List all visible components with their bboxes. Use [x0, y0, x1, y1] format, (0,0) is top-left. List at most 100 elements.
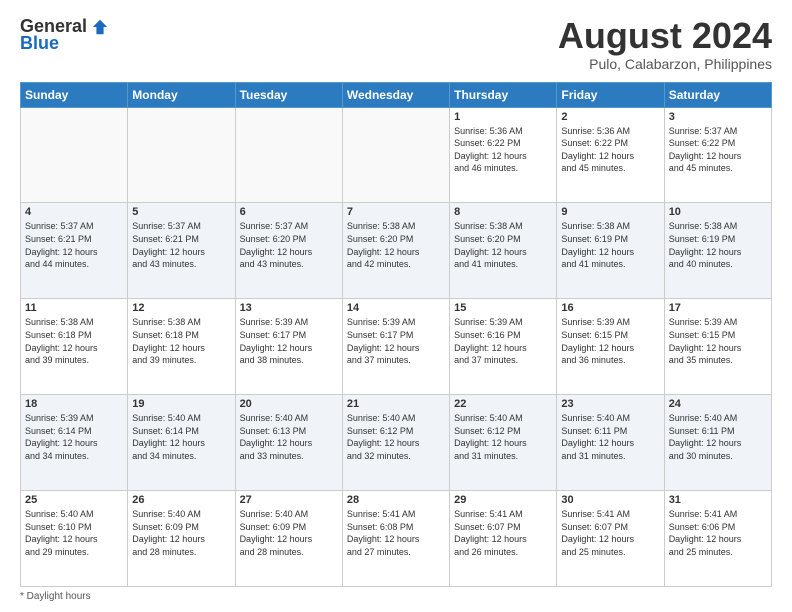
calendar-cell: 7Sunrise: 5:38 AM Sunset: 6:20 PM Daylig… — [342, 203, 449, 299]
calendar-cell: 3 Sunrise: 5:37 AM Sunset: 6:22 PM Daylig… — [664, 107, 771, 203]
logo-icon — [91, 18, 109, 36]
calendar-cell: 2Sunrise: 5:36 AM Sunset: 6:22 PM Daylig… — [557, 107, 664, 203]
calendar-cell: 10 Sunrise: 5:38 AM Sunset: 6:19 PM Dayli… — [664, 203, 771, 299]
calendar-cell: 26 Sunrise: 5:40 AM Sunset: 6:09 PM Dayli… — [128, 491, 235, 587]
day-number: 2 — [561, 111, 659, 123]
day-info: Sunrise: 5:39 AM Sunset: 6:17 PM Dayligh… — [240, 316, 338, 366]
day-number: 22 — [454, 398, 552, 410]
calendar-cell: 20Sunrise: 5:40 AM Sunset: 6:13 PM Dayli… — [235, 395, 342, 491]
title-block: August 2024 Pulo, Calabarzon, Philippine… — [558, 16, 772, 72]
calendar-week-row: 18 Sunrise: 5:39 AM Sunset: 6:14 PM Dayli… — [21, 395, 772, 491]
day-info: Sunrise: 5:37 AM Sunset: 6:20 PM Dayligh… — [240, 220, 338, 270]
calendar-cell: 14 Sunrise: 5:39 AM Sunset: 6:17 PM Dayli… — [342, 299, 449, 395]
day-info: Sunrise: 5:39 AM Sunset: 6:17 PM Dayligh… — [347, 316, 445, 366]
calendar-table: SundayMondayTuesdayWednesdayThursdayFrid… — [20, 82, 772, 587]
day-info: Sunrise: 5:37 AM Sunset: 6:22 PM Dayligh… — [669, 125, 767, 175]
day-number: 16 — [561, 302, 659, 314]
day-info: Sunrise: 5:38 AM Sunset: 6:18 PM Dayligh… — [25, 316, 123, 366]
calendar-week-row: 11 Sunrise: 5:38 AM Sunset: 6:18 PM Dayli… — [21, 299, 772, 395]
day-info: Sunrise: 5:39 AM Sunset: 6:16 PM Dayligh… — [454, 316, 552, 366]
calendar-cell: 9Sunrise: 5:38 AM Sunset: 6:19 PM Daylig… — [557, 203, 664, 299]
day-info: Sunrise: 5:40 AM Sunset: 6:12 PM Dayligh… — [347, 412, 445, 462]
location: Pulo, Calabarzon, Philippines — [558, 56, 772, 72]
day-info: Sunrise: 5:36 AM Sunset: 6:22 PM Dayligh… — [454, 125, 552, 175]
day-number: 14 — [347, 302, 445, 314]
day-number: 30 — [561, 494, 659, 506]
calendar-cell: 30 Sunrise: 5:41 AM Sunset: 6:07 PM Dayli… — [557, 491, 664, 587]
day-number: 13 — [240, 302, 338, 314]
calendar-header-saturday: Saturday — [664, 82, 771, 107]
day-number: 3 — [669, 111, 767, 123]
day-number: 26 — [132, 494, 230, 506]
calendar-header-row: SundayMondayTuesdayWednesdayThursdayFrid… — [21, 82, 772, 107]
day-info: Sunrise: 5:41 AM Sunset: 6:06 PM Dayligh… — [669, 508, 767, 558]
day-info: Sunrise: 5:41 AM Sunset: 6:07 PM Dayligh… — [561, 508, 659, 558]
day-info: Sunrise: 5:39 AM Sunset: 6:15 PM Dayligh… — [669, 316, 767, 366]
day-info: Sunrise: 5:38 AM Sunset: 6:19 PM Dayligh… — [561, 220, 659, 270]
day-number: 23 — [561, 398, 659, 410]
calendar-cell: 22 Sunrise: 5:40 AM Sunset: 6:12 PM Dayli… — [450, 395, 557, 491]
calendar-cell: 17 Sunrise: 5:39 AM Sunset: 6:15 PM Dayli… — [664, 299, 771, 395]
day-number: 21 — [347, 398, 445, 410]
header: General Blue August 2024 Pulo, Calabarzo… — [20, 16, 772, 72]
calendar-cell: 13 Sunrise: 5:39 AM Sunset: 6:17 PM Dayli… — [235, 299, 342, 395]
calendar-cell: 27 Sunrise: 5:40 AM Sunset: 6:09 PM Dayli… — [235, 491, 342, 587]
calendar-cell: 31 Sunrise: 5:41 AM Sunset: 6:06 PM Dayli… — [664, 491, 771, 587]
day-info: Sunrise: 5:40 AM Sunset: 6:12 PM Dayligh… — [454, 412, 552, 462]
day-info: Sunrise: 5:40 AM Sunset: 6:09 PM Dayligh… — [240, 508, 338, 558]
day-number: 31 — [669, 494, 767, 506]
calendar-cell: 19Sunrise: 5:40 AM Sunset: 6:14 PM Dayli… — [128, 395, 235, 491]
day-info: Sunrise: 5:38 AM Sunset: 6:20 PM Dayligh… — [347, 220, 445, 270]
day-info: Sunrise: 5:40 AM Sunset: 6:11 PM Dayligh… — [669, 412, 767, 462]
day-number: 11 — [25, 302, 123, 314]
day-number: 17 — [669, 302, 767, 314]
calendar-header-sunday: Sunday — [21, 82, 128, 107]
calendar-cell: 11 Sunrise: 5:38 AM Sunset: 6:18 PM Dayli… — [21, 299, 128, 395]
calendar-header-monday: Monday — [128, 82, 235, 107]
calendar-cell: 29Sunrise: 5:41 AM Sunset: 6:07 PM Dayli… — [450, 491, 557, 587]
calendar-cell: 1 Sunrise: 5:36 AM Sunset: 6:22 PM Daylig… — [450, 107, 557, 203]
day-info: Sunrise: 5:39 AM Sunset: 6:15 PM Dayligh… — [561, 316, 659, 366]
calendar-cell — [128, 107, 235, 203]
calendar-header-friday: Friday — [557, 82, 664, 107]
day-number: 1 — [454, 111, 552, 123]
day-number: 19 — [132, 398, 230, 410]
calendar-cell: 21 Sunrise: 5:40 AM Sunset: 6:12 PM Dayli… — [342, 395, 449, 491]
calendar-cell: 25Sunrise: 5:40 AM Sunset: 6:10 PM Dayli… — [21, 491, 128, 587]
day-info: Sunrise: 5:41 AM Sunset: 6:08 PM Dayligh… — [347, 508, 445, 558]
month-title: August 2024 — [558, 16, 772, 56]
day-number: 6 — [240, 206, 338, 218]
day-number: 4 — [25, 206, 123, 218]
day-info: Sunrise: 5:38 AM Sunset: 6:19 PM Dayligh… — [669, 220, 767, 270]
calendar-cell: 16 Sunrise: 5:39 AM Sunset: 6:15 PM Dayli… — [557, 299, 664, 395]
calendar-cell — [235, 107, 342, 203]
calendar-cell: 24Sunrise: 5:40 AM Sunset: 6:11 PM Dayli… — [664, 395, 771, 491]
footer-note-text: Daylight hours — [27, 591, 91, 602]
calendar-cell: 4 Sunrise: 5:37 AM Sunset: 6:21 PM Daylig… — [21, 203, 128, 299]
day-number: 18 — [25, 398, 123, 410]
calendar-header-tuesday: Tuesday — [235, 82, 342, 107]
day-number: 15 — [454, 302, 552, 314]
day-number: 10 — [669, 206, 767, 218]
calendar-week-row: 4 Sunrise: 5:37 AM Sunset: 6:21 PM Daylig… — [21, 203, 772, 299]
calendar-cell: 5 Sunrise: 5:37 AM Sunset: 6:21 PM Daylig… — [128, 203, 235, 299]
calendar-cell: 23 Sunrise: 5:40 AM Sunset: 6:11 PM Dayli… — [557, 395, 664, 491]
day-info: Sunrise: 5:40 AM Sunset: 6:10 PM Dayligh… — [25, 508, 123, 558]
calendar-cell: 6 Sunrise: 5:37 AM Sunset: 6:20 PM Daylig… — [235, 203, 342, 299]
calendar-week-row: 1 Sunrise: 5:36 AM Sunset: 6:22 PM Daylig… — [21, 107, 772, 203]
logo: General Blue — [20, 16, 109, 54]
day-info: Sunrise: 5:38 AM Sunset: 6:18 PM Dayligh… — [132, 316, 230, 366]
day-number: 5 — [132, 206, 230, 218]
calendar-header-wednesday: Wednesday — [342, 82, 449, 107]
day-info: Sunrise: 5:40 AM Sunset: 6:11 PM Dayligh… — [561, 412, 659, 462]
calendar-cell: 12Sunrise: 5:38 AM Sunset: 6:18 PM Dayli… — [128, 299, 235, 395]
day-info: Sunrise: 5:37 AM Sunset: 6:21 PM Dayligh… — [25, 220, 123, 270]
day-number: 27 — [240, 494, 338, 506]
calendar-cell: 18 Sunrise: 5:39 AM Sunset: 6:14 PM Dayli… — [21, 395, 128, 491]
day-info: Sunrise: 5:39 AM Sunset: 6:14 PM Dayligh… — [25, 412, 123, 462]
day-info: Sunrise: 5:41 AM Sunset: 6:07 PM Dayligh… — [454, 508, 552, 558]
day-info: Sunrise: 5:37 AM Sunset: 6:21 PM Dayligh… — [132, 220, 230, 270]
day-info: Sunrise: 5:40 AM Sunset: 6:09 PM Dayligh… — [132, 508, 230, 558]
calendar-cell — [21, 107, 128, 203]
calendar-cell: 8Sunrise: 5:38 AM Sunset: 6:20 PM Daylig… — [450, 203, 557, 299]
